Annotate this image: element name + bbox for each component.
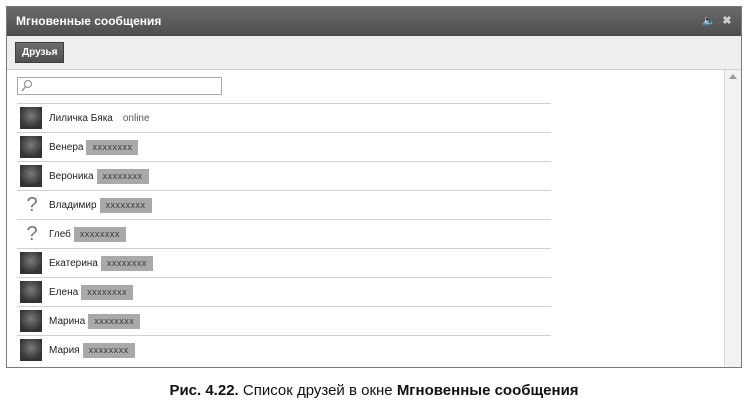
friend-name: Марина xyxy=(49,316,86,327)
question-mark-icon: ? xyxy=(26,194,38,216)
scroll-up-icon[interactable] xyxy=(729,74,737,79)
close-icon[interactable]: ✖ xyxy=(721,15,733,27)
masked-text: xxxxxxxx xyxy=(96,169,149,184)
title-bar: Мгновенные сообщения 🔈 ✖ xyxy=(7,7,741,36)
masked-text: xxxxxxxx xyxy=(100,256,153,271)
toolbar: Друзья xyxy=(7,36,741,70)
list-item[interactable]: Мария xxxxxxxx xyxy=(17,335,551,364)
figure-caption: Рис. 4.22. Список друзей в окне Мгновенн… xyxy=(0,382,748,399)
photo-icon xyxy=(20,165,42,187)
scrollbar[interactable] xyxy=(724,70,741,367)
masked-text: xxxxxxxx xyxy=(81,285,134,300)
list-item[interactable]: Марина xxxxxxxx xyxy=(17,306,551,335)
photo-icon xyxy=(20,339,42,361)
masked-text: xxxxxxxx xyxy=(86,140,139,155)
list-item[interactable]: ? Владимир xxxxxxxx xyxy=(17,190,551,219)
search-input[interactable] xyxy=(17,77,222,95)
friend-name: Мария xyxy=(49,345,80,356)
caption-emphasis: Мгновенные сообщения xyxy=(396,382,579,399)
friend-name: Екатерина xyxy=(49,258,98,269)
status-badge: online xyxy=(122,113,150,124)
masked-text: xxxxxxxx xyxy=(73,227,126,242)
window-title: Мгновенные сообщения xyxy=(16,14,162,28)
photo-icon xyxy=(20,281,42,303)
caption-text: Список друзей в окне xyxy=(238,382,397,399)
photo-icon xyxy=(20,107,42,129)
friend-name: Вероника xyxy=(49,171,94,182)
list-item[interactable]: Лиличка Бяка online xyxy=(17,103,551,132)
list-item[interactable]: Елена xxxxxxxx xyxy=(17,277,551,306)
friend-name: Владимир xyxy=(49,200,97,211)
instant-messages-window: Мгновенные сообщения 🔈 ✖ Друзья Лиличка … xyxy=(6,6,742,368)
speaker-icon[interactable]: 🔈 xyxy=(702,15,716,27)
friend-name: Лиличка Бяка xyxy=(49,113,113,124)
friends-panel: Лиличка Бяка online Венера xxxxxxxx Веро… xyxy=(7,70,741,367)
friend-name: Венера xyxy=(49,142,84,153)
search-icon xyxy=(21,79,33,92)
tab-friends[interactable]: Друзья xyxy=(15,42,65,63)
caption-prefix: Рис. 4.22. xyxy=(169,382,239,399)
masked-text: xxxxxxxx xyxy=(88,314,141,329)
photo-icon xyxy=(20,310,42,332)
list-item[interactable]: Венера xxxxxxxx xyxy=(17,132,551,161)
list-item[interactable]: ? Глеб xxxxxxxx xyxy=(17,219,551,248)
list-item[interactable]: Екатерина xxxxxxxx xyxy=(17,248,551,277)
masked-text: xxxxxxxx xyxy=(99,198,152,213)
photo-icon xyxy=(20,252,42,274)
friend-name: Глеб xyxy=(49,229,71,240)
photo-icon xyxy=(20,136,42,158)
friend-name: Елена xyxy=(49,287,79,298)
friends-list: Лиличка Бяка online Венера xxxxxxxx Веро… xyxy=(17,103,551,364)
masked-text: xxxxxxxx xyxy=(82,343,135,358)
question-mark-icon: ? xyxy=(26,223,38,245)
list-item[interactable]: Вероника xxxxxxxx xyxy=(17,161,551,190)
